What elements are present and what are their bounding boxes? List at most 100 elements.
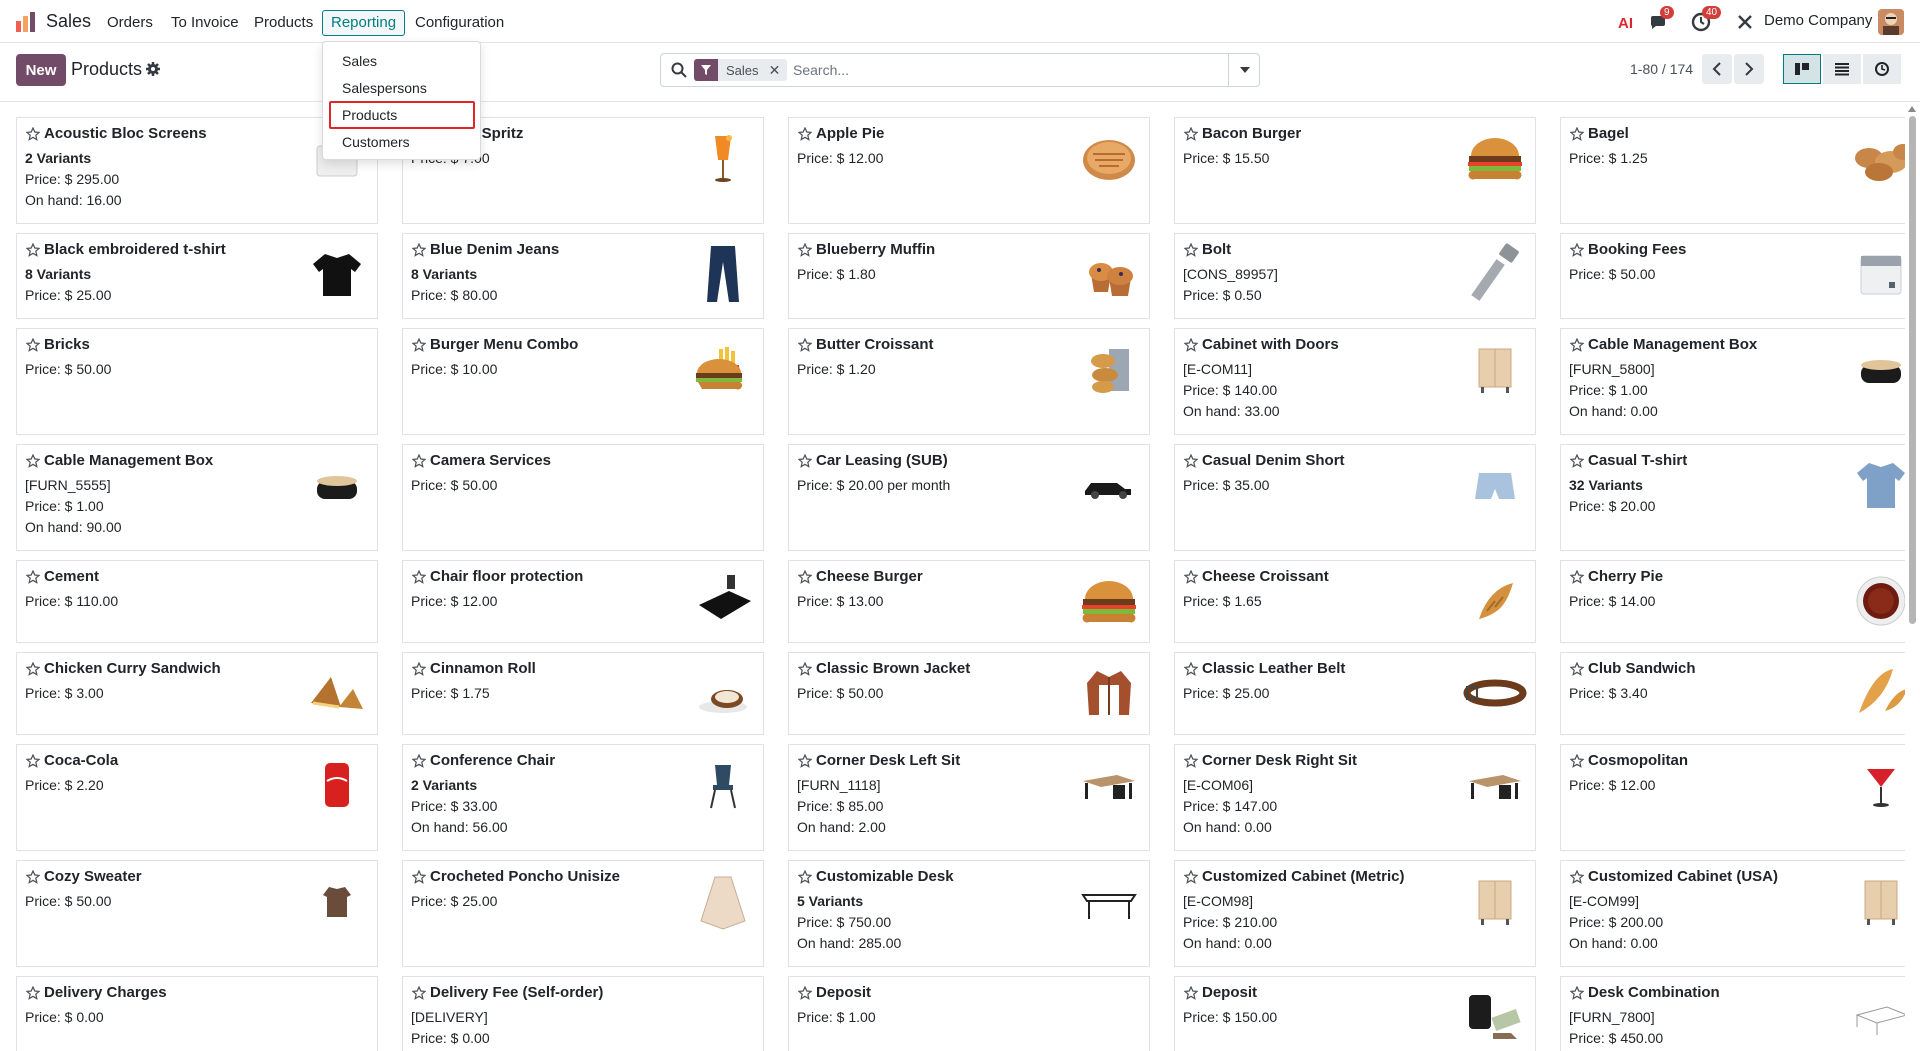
star-icon[interactable] <box>798 127 812 141</box>
ai-icon[interactable]: AI <box>1616 11 1638 33</box>
product-card[interactable]: Bacon Burger Price: $ 15.50 <box>1174 117 1536 224</box>
product-card[interactable]: Blueberry Muffin Price: $ 1.80 <box>788 233 1150 319</box>
product-card[interactable]: Camera Services Price: $ 50.00 <box>402 444 764 551</box>
pager-next-button[interactable] <box>1734 54 1764 84</box>
star-icon[interactable] <box>798 570 812 584</box>
scroll-thumb[interactable] <box>1909 116 1916 624</box>
product-card[interactable]: Cozy Sweater Price: $ 50.00 <box>16 860 378 967</box>
dropdown-item-sales[interactable]: Sales <box>342 53 377 69</box>
star-icon[interactable] <box>1184 754 1198 768</box>
product-card[interactable]: Chair floor protection Price: $ 12.00 <box>402 560 764 643</box>
product-card[interactable]: Customized Cabinet (USA) [E-COM99] Price: … <box>1560 860 1905 967</box>
product-card[interactable]: Classic Brown Jacket Price: $ 50.00 <box>788 652 1150 735</box>
star-icon[interactable] <box>1570 127 1584 141</box>
star-icon[interactable] <box>1184 127 1198 141</box>
star-icon[interactable] <box>798 243 812 257</box>
new-button[interactable]: New <box>16 54 66 86</box>
debug-tools-icon[interactable] <box>1734 11 1756 33</box>
company-switcher[interactable]: Demo Company <box>1764 12 1872 29</box>
product-card[interactable]: Desk Combination [FURN_7800] Price: $ 450.… <box>1560 976 1905 1051</box>
star-icon[interactable] <box>412 454 426 468</box>
product-card[interactable]: Car Leasing (SUB) Price: $ 20.00 per mont… <box>788 444 1150 551</box>
star-icon[interactable] <box>1184 662 1198 676</box>
gear-icon[interactable] <box>145 61 161 77</box>
menu-to-invoice[interactable]: To Invoice <box>162 10 248 36</box>
product-card[interactable]: Apple Pie Price: $ 12.00 <box>788 117 1150 224</box>
star-icon[interactable] <box>412 243 426 257</box>
star-icon[interactable] <box>1184 570 1198 584</box>
product-card[interactable]: Deposit Price: $ 1.00 <box>788 976 1150 1051</box>
star-icon[interactable] <box>1570 662 1584 676</box>
star-icon[interactable] <box>798 338 812 352</box>
product-card[interactable]: Customizable Desk 5 Variants Price: $ 750.… <box>788 860 1150 967</box>
view-activity-button[interactable] <box>1863 54 1901 84</box>
product-card[interactable]: Burger Menu Combo Price: $ 10.00 <box>402 328 764 435</box>
product-card[interactable]: Cosmopolitan Price: $ 12.00 <box>1560 744 1905 851</box>
star-icon[interactable] <box>1570 986 1584 1000</box>
menu-products[interactable]: Products <box>245 10 322 36</box>
search-options-toggle[interactable] <box>1228 54 1260 86</box>
scroll-up-arrow[interactable] <box>1908 106 1916 112</box>
star-icon[interactable] <box>26 338 40 352</box>
product-card[interactable]: Booking Fees Price: $ 50.00 <box>1560 233 1905 319</box>
messages-icon[interactable]: 9 <box>1648 6 1674 33</box>
star-icon[interactable] <box>1570 243 1584 257</box>
product-card[interactable]: Deposit Price: $ 150.00 <box>1174 976 1536 1051</box>
star-icon[interactable] <box>1184 338 1198 352</box>
star-icon[interactable] <box>1570 754 1584 768</box>
star-icon[interactable] <box>1184 243 1198 257</box>
product-card[interactable]: Delivery Fee (Self-order) [DELIVERY] Price… <box>402 976 764 1051</box>
star-icon[interactable] <box>26 662 40 676</box>
product-card[interactable]: Casual Denim Short Price: $ 35.00 <box>1174 444 1536 551</box>
star-icon[interactable] <box>26 127 40 141</box>
product-card[interactable]: Cable Management Box [FURN_5555] Price: $ … <box>16 444 378 551</box>
star-icon[interactable] <box>26 754 40 768</box>
star-icon[interactable] <box>1570 570 1584 584</box>
product-card[interactable]: Cable Management Box [FURN_5800] Price: $ … <box>1560 328 1905 435</box>
search-input[interactable] <box>793 58 1213 82</box>
star-icon[interactable] <box>26 454 40 468</box>
star-icon[interactable] <box>798 870 812 884</box>
product-card[interactable]: Corner Desk Right Sit [E-COM06] Price: $ 1… <box>1174 744 1536 851</box>
product-card[interactable]: Customized Cabinet (Metric) [E-COM98] Pric… <box>1174 860 1536 967</box>
product-card[interactable]: Bolt [CONS_89957] Price: $ 0.50 <box>1174 233 1536 319</box>
star-icon[interactable] <box>1570 454 1584 468</box>
product-card[interactable]: Blue Denim Jeans 8 Variants Price: $ 80.00 <box>402 233 764 319</box>
star-icon[interactable] <box>1184 454 1198 468</box>
dropdown-item-customers[interactable]: Customers <box>342 134 410 150</box>
star-icon[interactable] <box>412 662 426 676</box>
close-icon[interactable]: ✕ <box>767 62 783 79</box>
star-icon[interactable] <box>1184 986 1198 1000</box>
kanban-scrollbar[interactable] <box>1905 102 1920 1051</box>
product-card[interactable]: Coca-Cola Price: $ 2.20 <box>16 744 378 851</box>
product-card[interactable]: Classic Leather Belt Price: $ 25.00 <box>1174 652 1536 735</box>
app-name[interactable]: Sales <box>46 11 91 32</box>
product-card[interactable]: Cabinet with Doors [E-COM11] Price: $ 140.… <box>1174 328 1536 435</box>
activities-icon[interactable]: 40 <box>1690 6 1722 33</box>
pager-value[interactable]: 1-80 / 174 <box>1630 61 1693 77</box>
star-icon[interactable] <box>798 986 812 1000</box>
product-card[interactable]: Butter Croissant Price: $ 1.20 <box>788 328 1150 435</box>
menu-orders[interactable]: Orders <box>98 10 162 36</box>
star-icon[interactable] <box>1570 870 1584 884</box>
pager-previous-button[interactable] <box>1702 54 1732 84</box>
product-card[interactable]: Chicken Curry Sandwich Price: $ 3.00 <box>16 652 378 735</box>
star-icon[interactable] <box>26 870 40 884</box>
menu-reporting[interactable]: Reporting <box>322 10 406 36</box>
product-card[interactable]: Bagel Price: $ 1.25 <box>1560 117 1905 224</box>
view-kanban-button[interactable] <box>1783 54 1821 84</box>
star-icon[interactable] <box>412 870 426 884</box>
product-card[interactable]: Conference Chair 2 Variants Price: $ 33.00… <box>402 744 764 851</box>
product-card[interactable]: Bricks Price: $ 50.00 <box>16 328 378 435</box>
star-icon[interactable] <box>412 754 426 768</box>
product-card[interactable]: Black embroidered t-shirt 8 Variants Price… <box>16 233 378 319</box>
product-card[interactable]: Corner Desk Left Sit [FURN_1118] Price: $ … <box>788 744 1150 851</box>
user-avatar[interactable] <box>1878 9 1904 35</box>
product-card[interactable]: Cement Price: $ 110.00 <box>16 560 378 643</box>
product-card[interactable]: Crocheted Poncho Unisize Price: $ 25.00 <box>402 860 764 967</box>
product-card[interactable]: Delivery Charges Price: $ 0.00 <box>16 976 378 1051</box>
product-card[interactable]: Cheese Burger Price: $ 13.00 <box>788 560 1150 643</box>
star-icon[interactable] <box>412 570 426 584</box>
product-card[interactable]: Cheese Croissant Price: $ 1.65 <box>1174 560 1536 643</box>
product-card[interactable]: Cherry Pie Price: $ 14.00 <box>1560 560 1905 643</box>
